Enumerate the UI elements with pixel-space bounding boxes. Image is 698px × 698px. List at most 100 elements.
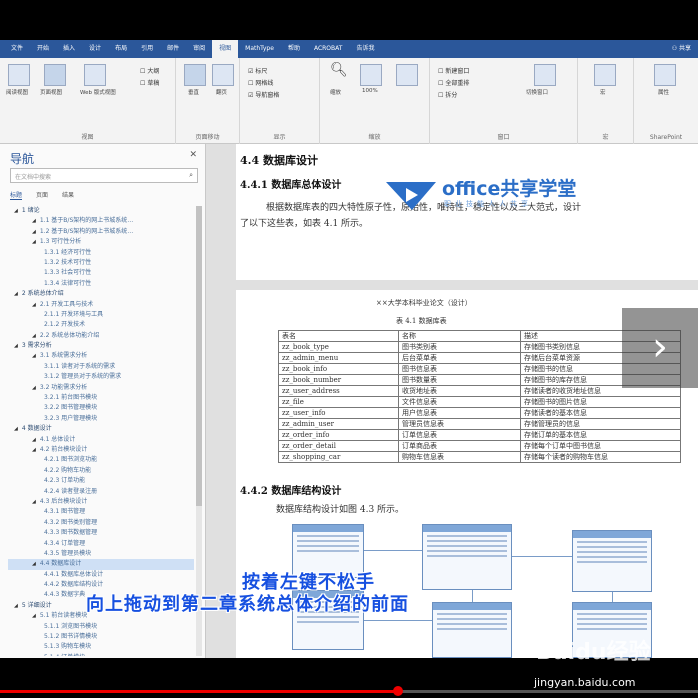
nav-heading-item[interactable]: 3.2.2 图书管理模块 — [8, 403, 194, 413]
tell-me-search[interactable]: 告诉我 — [349, 40, 381, 58]
nav-pane-checkbox[interactable]: 导航窗格 — [248, 90, 279, 99]
expand-triangle-icon[interactable]: ◢ — [32, 239, 36, 245]
tab-results[interactable]: 结果 — [62, 190, 74, 200]
nav-heading-item[interactable]: 4.3.4 订单管理 — [8, 539, 194, 549]
outline-view-button[interactable]: 大纲 — [140, 66, 159, 75]
share-button[interactable]: ⚇ 共享 — [665, 40, 698, 58]
nav-heading-item[interactable]: 4.4.2 数据库结构设计 — [8, 580, 194, 590]
expand-triangle-icon[interactable]: ◢ — [32, 229, 36, 235]
expand-triangle-icon[interactable]: ◢ — [32, 353, 36, 359]
nav-heading-item[interactable]: 4.2.2 购物车功能 — [8, 466, 194, 476]
draft-view-button[interactable]: 草稿 — [140, 78, 159, 87]
nav-heading-item[interactable]: 5.1.1 浏览图书模块 — [8, 622, 194, 632]
expand-triangle-icon[interactable]: ◢ — [14, 426, 18, 432]
nav-heading-item[interactable]: 1.3.4 法律可行性 — [8, 279, 194, 289]
nav-heading-item[interactable]: ◢ 3 需求分析 — [8, 341, 194, 351]
zoom-100-button[interactable] — [360, 64, 382, 86]
expand-triangle-icon[interactable]: ◢ — [32, 561, 36, 567]
tab-help[interactable]: 帮助 — [281, 40, 307, 58]
nav-search-input[interactable]: 在文档中搜索 ⌕ — [10, 168, 198, 183]
nav-heading-item[interactable]: 3.2.1 前台图书模块 — [8, 393, 194, 403]
search-icon[interactable]: ⌕ — [189, 171, 193, 180]
video-progress-handle[interactable] — [392, 686, 403, 696]
nav-heading-item[interactable]: ◢ 1.1 基于B/S架构的网上书城系统… — [8, 216, 194, 226]
expand-triangle-icon[interactable]: ◢ — [32, 437, 36, 443]
expand-triangle-icon[interactable]: ◢ — [32, 218, 36, 224]
nav-heading-item[interactable]: ◢ 3.1 系统需求分析 — [8, 351, 194, 361]
one-page-button[interactable] — [396, 64, 418, 86]
nav-heading-item[interactable]: 5.1.3 购物车模块 — [8, 642, 194, 652]
nav-heading-item[interactable]: ◢ 4.2 前台模块设计 — [8, 445, 194, 455]
nav-heading-item[interactable]: 5.1.4 订单模块 — [8, 653, 194, 656]
nav-heading-item[interactable]: 4.4.1 数据库总体设计 — [8, 570, 194, 580]
tab-references[interactable]: 引用 — [134, 40, 160, 58]
nav-heading-item[interactable]: 3.1.1 读者对于系统的需求 — [8, 362, 194, 372]
tab-file[interactable]: 文件 — [4, 40, 30, 58]
tab-mailings[interactable]: 邮件 — [160, 40, 186, 58]
tab-home[interactable]: 开始 — [30, 40, 56, 58]
switch-window-button[interactable] — [534, 64, 556, 86]
tab-pages[interactable]: 页面 — [36, 190, 48, 200]
nav-heading-item[interactable]: ◢ 1.3 可行性分析 — [8, 237, 194, 247]
expand-triangle-icon[interactable]: ◢ — [32, 333, 36, 339]
nav-heading-item[interactable]: 3.2.3 用户管理模块 — [8, 414, 194, 424]
nav-heading-item[interactable]: ◢ 4.3 后台模块设计 — [8, 497, 194, 507]
tab-acrobat[interactable]: ACROBAT — [307, 40, 350, 58]
expand-triangle-icon[interactable]: ◢ — [32, 447, 36, 453]
expand-triangle-icon[interactable]: ◢ — [32, 385, 36, 391]
zoom-icon[interactable]: 🔍︎ — [330, 62, 348, 78]
tab-layout[interactable]: 布局 — [108, 40, 134, 58]
arrange-all-button[interactable]: 全部重排 — [438, 78, 469, 87]
tab-mathtype[interactable]: MathType — [238, 40, 281, 58]
new-window-button[interactable]: 新建窗口 — [438, 66, 469, 75]
vertical-button[interactable] — [184, 64, 206, 86]
gridlines-checkbox[interactable]: 网格线 — [248, 78, 273, 87]
macros-button[interactable] — [594, 64, 616, 86]
nav-heading-item[interactable]: 4.2.3 订单功能 — [8, 476, 194, 486]
nav-heading-item[interactable]: ◢ 4.4 数据库设计 — [8, 559, 194, 570]
properties-button[interactable] — [654, 64, 676, 86]
nav-heading-item[interactable]: 4.3.2 图书类别管理 — [8, 518, 194, 528]
expand-triangle-icon[interactable]: ◢ — [32, 302, 36, 308]
nav-heading-item[interactable]: 4.2.1 图书浏览功能 — [8, 455, 194, 465]
nav-heading-item[interactable]: ◢ 4 数据设计 — [8, 424, 194, 434]
expand-triangle-icon[interactable]: ◢ — [14, 208, 18, 214]
nav-heading-item[interactable]: 5.1.2 图书详情模块 — [8, 632, 194, 642]
nav-heading-item[interactable]: 4.3.5 管理员模块 — [8, 549, 194, 559]
tab-insert[interactable]: 插入 — [56, 40, 82, 58]
print-layout-button[interactable] — [44, 64, 66, 86]
split-button[interactable]: 拆分 — [438, 90, 457, 99]
nav-heading-item[interactable]: 2.1.1 开发环境与工具 — [8, 310, 194, 320]
nav-heading-item[interactable]: 1.3.2 技术可行性 — [8, 258, 194, 268]
close-icon[interactable]: ✕ — [189, 150, 197, 160]
expand-triangle-icon[interactable]: ◢ — [14, 291, 18, 297]
tab-headings[interactable]: 标题 — [10, 190, 23, 200]
nav-heading-item[interactable]: 4.2.4 读者登录注册 — [8, 487, 194, 497]
expand-triangle-icon[interactable]: ◢ — [32, 613, 36, 619]
nav-heading-item[interactable]: 4.3.1 图书管理 — [8, 507, 194, 517]
nav-heading-item[interactable]: ◢ 3.2 功能需求分析 — [8, 383, 194, 393]
nav-heading-item[interactable]: 3.1.2 管理员对于系统的需求 — [8, 372, 194, 382]
nav-heading-item[interactable]: ◢ 2.1 开发工具与技术 — [8, 300, 194, 310]
nav-heading-item[interactable]: ◢ 1 绪论 — [8, 206, 194, 216]
tab-design[interactable]: 设计 — [82, 40, 108, 58]
nav-heading-item[interactable]: 2.1.2 开发技术 — [8, 320, 194, 330]
read-mode-button[interactable] — [8, 64, 30, 86]
tab-review[interactable]: 审阅 — [186, 40, 212, 58]
tab-view[interactable]: 视图 — [212, 40, 239, 58]
nav-heading-item[interactable]: ◢ 1.2 基于B/S架构的网上书城系统… — [8, 227, 194, 237]
next-slide-button[interactable]: › — [622, 308, 698, 388]
nav-scrollbar-thumb[interactable] — [196, 206, 202, 506]
nav-heading-item[interactable]: ◢ 2.2 系统总体功能介绍 — [8, 331, 194, 341]
expand-triangle-icon[interactable]: ◢ — [14, 343, 18, 349]
nav-heading-item[interactable]: ◢ 4.1 总体设计 — [8, 435, 194, 445]
expand-triangle-icon[interactable]: ◢ — [14, 603, 18, 609]
side-to-side-button[interactable] — [212, 64, 234, 86]
nav-heading-item[interactable]: 1.3.1 经济可行性 — [8, 248, 194, 258]
ruler-checkbox[interactable]: 标尺 — [248, 66, 267, 75]
expand-triangle-icon[interactable]: ◢ — [32, 499, 36, 505]
nav-heading-item[interactable]: ◢ 2 系统总体介绍 — [8, 289, 194, 299]
nav-heading-item[interactable]: 1.3.3 社会可行性 — [8, 268, 194, 278]
web-layout-button[interactable] — [84, 64, 106, 86]
nav-heading-item[interactable]: 4.3.3 图书数据管理 — [8, 528, 194, 538]
